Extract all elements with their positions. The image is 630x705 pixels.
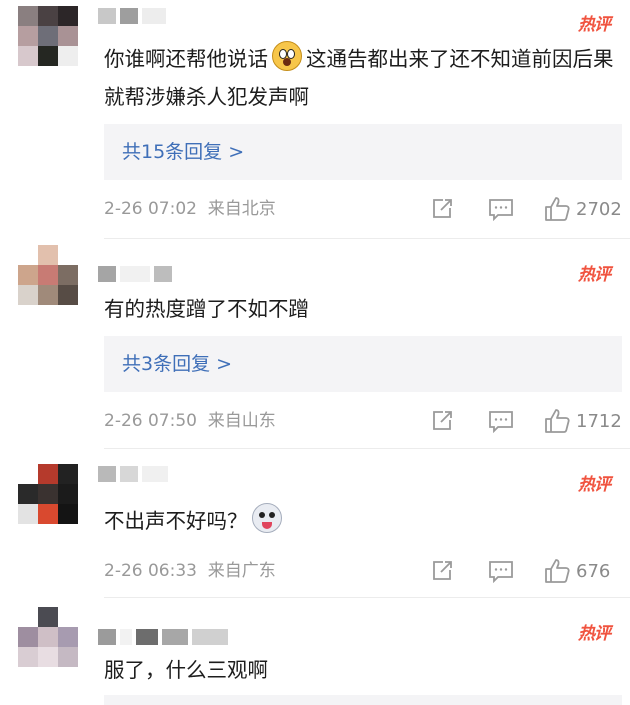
like-button[interactable]: 676 bbox=[544, 558, 622, 584]
avatar[interactable] bbox=[18, 607, 78, 667]
hot-comment-badge: 热评 bbox=[578, 624, 611, 644]
share-icon[interactable] bbox=[430, 409, 454, 433]
comment-text: 服了，什么三观啊 bbox=[104, 658, 268, 682]
comment-icon[interactable] bbox=[488, 559, 514, 583]
avatar[interactable] bbox=[18, 6, 78, 66]
comment-text: 你谁啊还帮他说话 这通告都出来了还不知道前因后果就帮涉嫌杀人犯发声啊 bbox=[104, 40, 614, 116]
comment-meta: 2-26 06:33 来自广东 bbox=[104, 560, 276, 582]
location: 来自北京 bbox=[207, 199, 276, 219]
like-button[interactable]: 2702 bbox=[544, 196, 622, 222]
comment-icon[interactable] bbox=[488, 409, 514, 433]
comment-meta: 2-26 07:50 来自山东 bbox=[104, 410, 276, 432]
shocked-face-emoji-icon bbox=[272, 41, 302, 71]
view-replies-button[interactable]: 共15条回复 > bbox=[104, 124, 622, 180]
thumbs-up-icon bbox=[545, 197, 570, 221]
thumbs-up-icon bbox=[545, 559, 570, 583]
view-replies-button[interactable]: 共3条回复 > bbox=[104, 336, 622, 392]
like-count: 1712 bbox=[576, 410, 622, 432]
like-count: 676 bbox=[576, 560, 611, 582]
comment-text: 不出声不好吗？ bbox=[104, 502, 614, 540]
hot-comment-badge: 热评 bbox=[578, 265, 611, 285]
timestamp: 2-26 06:33 bbox=[104, 561, 197, 581]
username-pixelated[interactable] bbox=[98, 466, 168, 482]
divider bbox=[104, 448, 630, 449]
location: 来自山东 bbox=[207, 411, 276, 431]
comment-actions: 1712 bbox=[430, 408, 622, 434]
divider bbox=[104, 238, 630, 239]
location: 来自广东 bbox=[207, 561, 276, 581]
comment-icon[interactable] bbox=[488, 197, 514, 221]
comment-2: 热评 有的热度蹭了不如不蹭 共3条回复 > 2-26 07:50 来自山东 17… bbox=[0, 240, 630, 446]
comment-actions: 676 bbox=[430, 558, 622, 584]
comment-actions: 2702 bbox=[430, 196, 622, 222]
hot-comment-badge: 热评 bbox=[578, 15, 611, 35]
hot-comment-badge: 热评 bbox=[578, 475, 611, 495]
username-pixelated[interactable] bbox=[98, 8, 166, 24]
share-icon[interactable] bbox=[430, 559, 454, 583]
husky-dog-face-emoji-icon bbox=[251, 503, 282, 533]
comment-4: 热评 服了，什么三观啊 bbox=[0, 599, 630, 705]
timestamp: 2-26 07:50 bbox=[104, 411, 197, 431]
username-pixelated[interactable] bbox=[98, 266, 172, 282]
avatar[interactable] bbox=[18, 464, 78, 524]
timestamp: 2-26 07:02 bbox=[104, 199, 197, 219]
comment-1: 热评 你谁啊还帮他说话 这通告都出来了还不知道前因后果就帮涉嫌杀人犯发声啊 共15… bbox=[0, 0, 630, 238]
comment-3: 热评 不出声不好吗？ 2-26 06:33 来自广东 676 bbox=[0, 450, 630, 595]
comment-meta: 2-26 07:02 来自北京 bbox=[104, 198, 276, 220]
comment-text: 有的热度蹭了不如不蹭 bbox=[104, 297, 309, 321]
thumbs-up-icon bbox=[545, 409, 570, 433]
avatar[interactable] bbox=[18, 245, 78, 305]
username-pixelated[interactable] bbox=[98, 629, 228, 645]
like-button[interactable]: 1712 bbox=[544, 408, 622, 434]
share-icon[interactable] bbox=[430, 197, 454, 221]
view-replies-button[interactable] bbox=[104, 695, 622, 705]
like-count: 2702 bbox=[576, 198, 622, 220]
divider bbox=[104, 597, 630, 598]
